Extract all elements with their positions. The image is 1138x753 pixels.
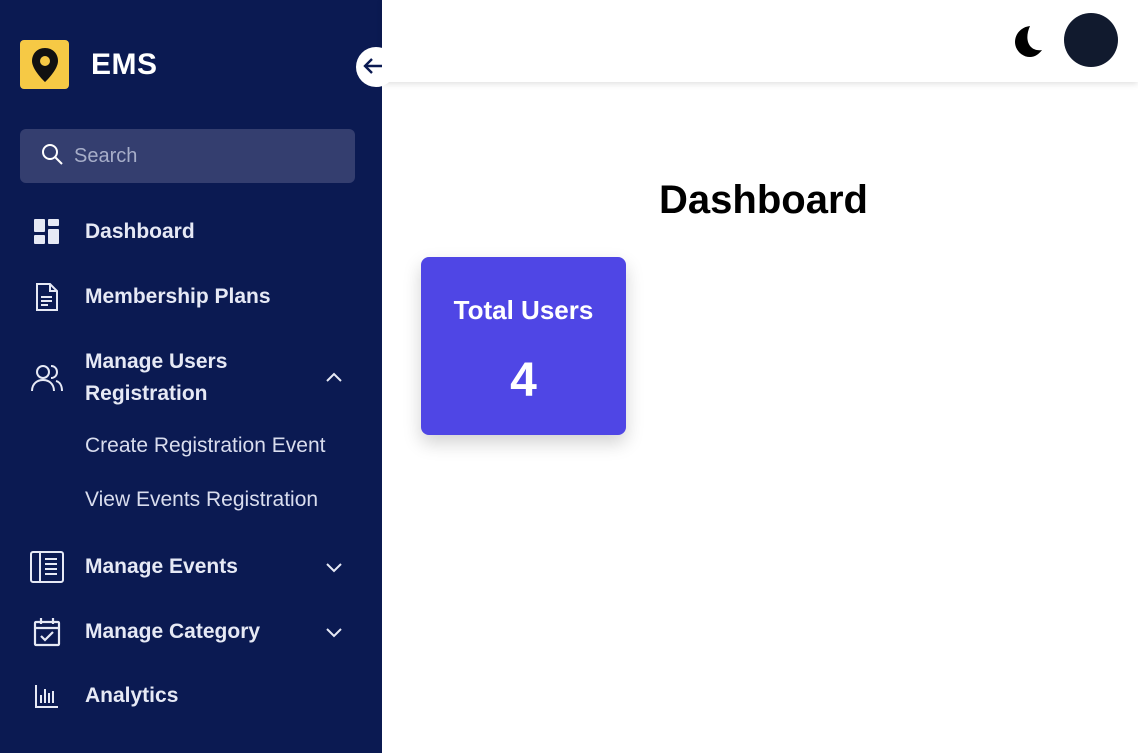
sidebar-item-label: Membership Plans bbox=[85, 285, 271, 308]
sidebar: EMS Dashboard Membership bbox=[0, 0, 382, 753]
search-box[interactable] bbox=[20, 129, 355, 183]
collapse-sidebar-button[interactable] bbox=[356, 47, 396, 87]
chevron-down-icon bbox=[322, 620, 346, 644]
bar-chart-icon bbox=[30, 679, 64, 713]
page-title: Dashboard bbox=[659, 178, 868, 222]
stat-value: 4 bbox=[510, 354, 537, 407]
sidebar-item-label: Manage Users Registration bbox=[85, 350, 228, 405]
sidebar-item-label: Dashboard bbox=[85, 220, 195, 243]
moon-icon bbox=[1008, 25, 1044, 62]
chevron-up-icon bbox=[322, 366, 346, 390]
sidebar-item-manage-users-registration[interactable]: Manage Users Registration bbox=[0, 346, 382, 410]
sidebar-item-dashboard[interactable]: Dashboard bbox=[0, 216, 382, 248]
dashboard-icon bbox=[30, 215, 64, 249]
sidebar-item-manage-events[interactable]: Manage Events bbox=[0, 551, 382, 583]
sidebar-item-label: Manage Events bbox=[85, 555, 238, 578]
map-pin-icon bbox=[20, 40, 69, 89]
brand-name: EMS bbox=[91, 47, 158, 81]
sidebar-subitem-view-events-registration[interactable]: View Events Registration bbox=[85, 488, 318, 512]
document-icon bbox=[30, 280, 64, 314]
chevron-down-icon bbox=[322, 555, 346, 579]
sidebar-item-membership-plans[interactable]: Membership Plans bbox=[0, 281, 382, 313]
theme-toggle-button[interactable] bbox=[1006, 22, 1046, 62]
list-icon bbox=[30, 550, 64, 584]
search-icon bbox=[40, 142, 64, 171]
calendar-check-icon bbox=[30, 615, 64, 649]
avatar[interactable] bbox=[1064, 13, 1118, 67]
search-input[interactable] bbox=[74, 144, 334, 168]
arrow-left-icon bbox=[362, 55, 384, 80]
sidebar-item-analytics[interactable]: Analytics bbox=[0, 680, 382, 712]
stat-label: Total Users bbox=[453, 295, 594, 325]
sidebar-item-label: Analytics bbox=[85, 684, 179, 707]
sidebar-item-manage-category[interactable]: Manage Category bbox=[0, 616, 382, 648]
sidebar-subitem-create-registration-event[interactable]: Create Registration Event bbox=[85, 434, 325, 458]
top-bar bbox=[382, 0, 1138, 82]
brand[interactable]: EMS bbox=[20, 40, 158, 89]
total-users-card: Total Users 4 bbox=[421, 257, 626, 435]
users-icon bbox=[30, 361, 64, 395]
sidebar-item-label: Manage Category bbox=[85, 620, 261, 643]
